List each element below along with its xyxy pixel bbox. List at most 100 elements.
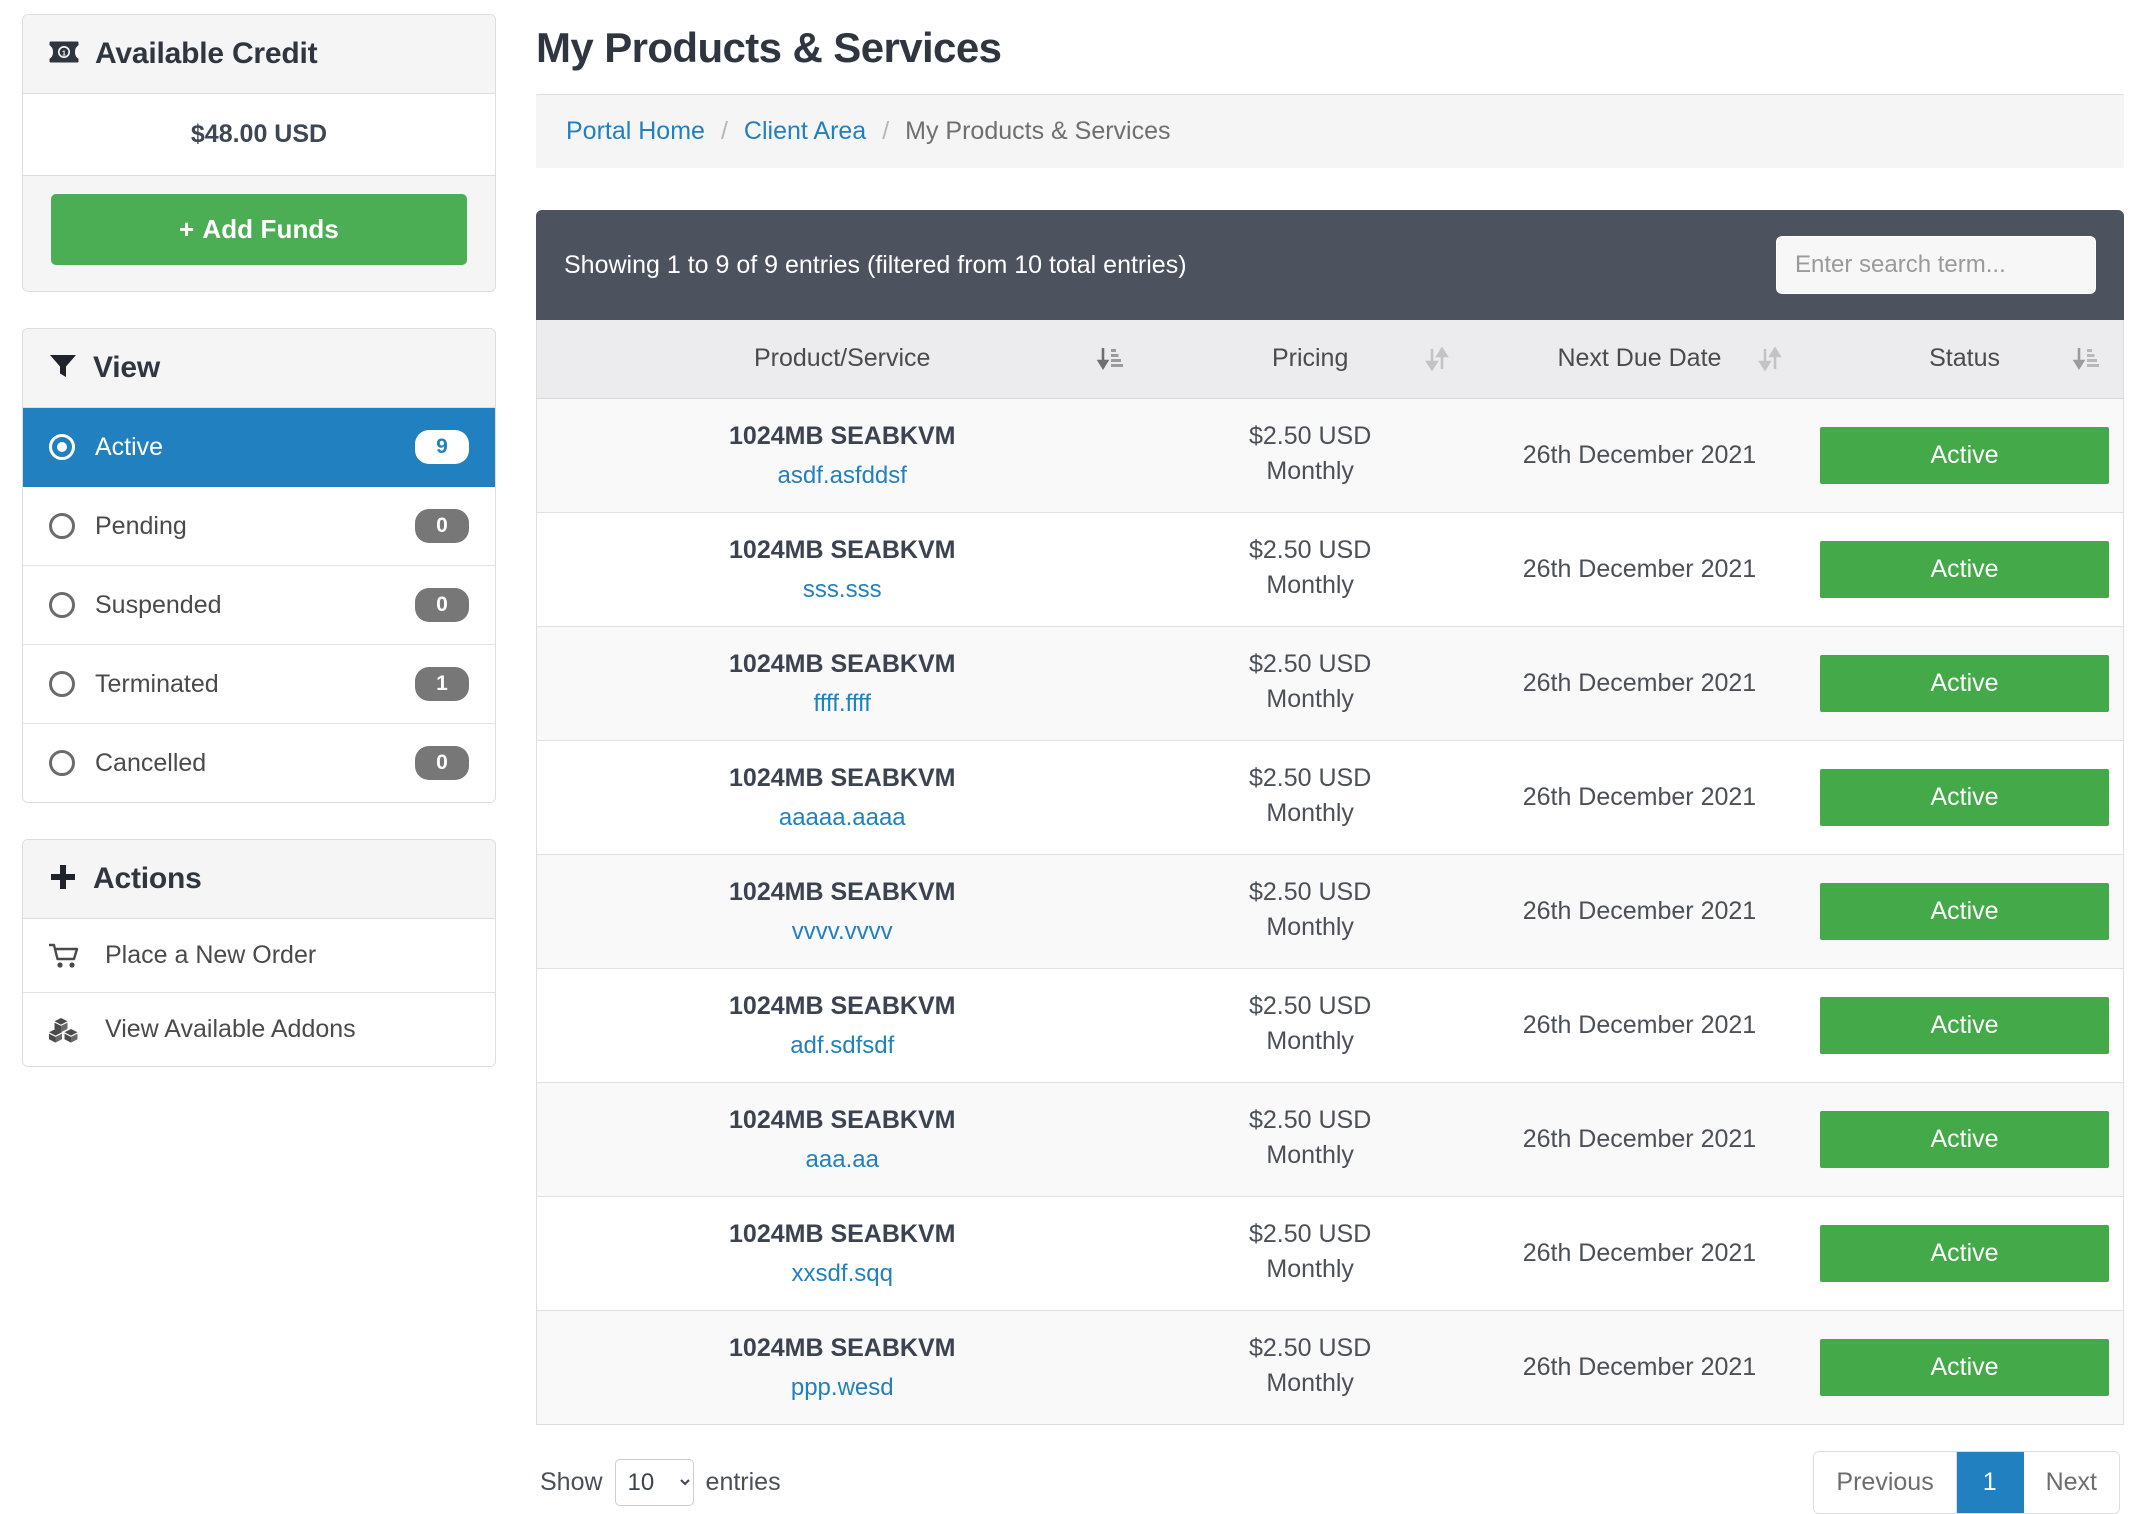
cell-status: Active bbox=[1806, 397, 2124, 512]
entries-per-page-select[interactable]: 10 25 50 100 bbox=[614, 1458, 694, 1506]
product-domain-link[interactable]: vvvv.vvvv bbox=[792, 918, 893, 945]
product-domain-link[interactable]: aaaaa.aaaa bbox=[779, 804, 906, 831]
page-title: My Products & Services bbox=[536, 24, 1002, 71]
sidebar-item-cancelled[interactable]: Cancelled 0 bbox=[23, 724, 495, 802]
status-badge[interactable]: Active bbox=[1820, 654, 2109, 712]
table-row[interactable]: 1024MB SEABKVM aaaaa.aaaa $2.50 USD Mont… bbox=[536, 739, 2124, 854]
view-item-label: Cancelled bbox=[95, 748, 207, 777]
view-title: View bbox=[93, 351, 161, 384]
column-header-product-service[interactable]: Product/Service bbox=[536, 320, 1148, 399]
view-filter-list: Active 9 Pending 0 Suspended 0 Terminate… bbox=[23, 408, 495, 802]
status-badge[interactable]: Active bbox=[1820, 540, 2109, 598]
radio-unselected-icon bbox=[49, 671, 75, 697]
sidebar-item-suspended[interactable]: Suspended 0 bbox=[23, 566, 495, 645]
cell-next-due-date: 26th December 2021 bbox=[1472, 1309, 1807, 1424]
add-funds-button[interactable]: + Add Funds bbox=[51, 194, 467, 265]
price-amount: $2.50 USD bbox=[1249, 878, 1372, 907]
column-header-next-due-date[interactable]: Next Due Date bbox=[1472, 320, 1807, 399]
column-label: Status bbox=[1929, 344, 2000, 373]
price-amount: $2.50 USD bbox=[1249, 650, 1372, 679]
action-place-new-order[interactable]: Place a New Order bbox=[23, 919, 495, 993]
cell-pricing: $2.50 USD Monthly bbox=[1147, 397, 1473, 512]
product-domain-link[interactable]: ppp.wesd bbox=[791, 1374, 894, 1401]
cell-status: Active bbox=[1806, 1195, 2124, 1310]
cell-product: 1024MB SEABKVM xxsdf.sqq bbox=[536, 1195, 1148, 1310]
action-view-available-addons[interactable]: View Available Addons bbox=[23, 993, 495, 1066]
price-amount: $2.50 USD bbox=[1249, 422, 1372, 451]
pagination-next[interactable]: Next bbox=[2023, 1451, 2119, 1513]
status-badge[interactable]: Active bbox=[1820, 1224, 2109, 1282]
plus-icon bbox=[49, 863, 77, 896]
column-header-status[interactable]: Status bbox=[1806, 320, 2124, 399]
table-row[interactable]: 1024MB SEABKVM adf.sdfsdf $2.50 USD Mont… bbox=[536, 967, 2124, 1082]
radio-unselected-icon bbox=[49, 513, 75, 539]
sidebar-item-terminated[interactable]: Terminated 1 bbox=[23, 645, 495, 724]
product-domain-link[interactable]: aaa.aa bbox=[806, 1146, 879, 1173]
breadcrumb-portal-home[interactable]: Portal Home bbox=[566, 117, 705, 146]
column-label: Pricing bbox=[1271, 344, 1349, 373]
sidebar-item-pending[interactable]: Pending 0 bbox=[23, 487, 495, 566]
product-domain-link[interactable]: ffff.ffff bbox=[814, 690, 871, 717]
product-name: 1024MB SEABKVM bbox=[729, 763, 956, 792]
cell-status: Active bbox=[1806, 1081, 2124, 1196]
column-label: Next Due Date bbox=[1557, 344, 1722, 373]
product-domain-link[interactable]: adf.sdfsdf bbox=[790, 1032, 894, 1059]
table-row[interactable]: 1024MB SEABKVM sss.sss $2.50 USD Monthly… bbox=[536, 511, 2124, 626]
available-credit-title: Available Credit bbox=[95, 37, 318, 70]
cell-next-due-date: 26th December 2021 bbox=[1472, 511, 1807, 626]
products-table-wrapper: Showing 1 to 9 of 9 entries (filtered fr… bbox=[536, 210, 2124, 1514]
table-row[interactable]: 1024MB SEABKVM ppp.wesd $2.50 USD Monthl… bbox=[536, 1309, 2124, 1424]
product-name: 1024MB SEABKVM bbox=[729, 421, 956, 450]
price-cycle: Monthly bbox=[1266, 1026, 1354, 1055]
status-badge[interactable]: Active bbox=[1820, 996, 2109, 1054]
sort-amount-desc-icon bbox=[2073, 346, 2099, 372]
pagination-page-1[interactable]: 1 bbox=[1956, 1451, 2024, 1513]
show-label: Show bbox=[540, 1467, 603, 1496]
table-row[interactable]: 1024MB SEABKVM aaa.aa $2.50 USD Monthly … bbox=[536, 1081, 2124, 1196]
status-badge[interactable]: Active bbox=[1820, 882, 2109, 940]
money-bill-icon: 1 bbox=[49, 41, 79, 68]
cell-next-due-date: 26th December 2021 bbox=[1472, 1081, 1807, 1196]
cell-status: Active bbox=[1806, 511, 2124, 626]
breadcrumb-client-area[interactable]: Client Area bbox=[744, 117, 866, 146]
product-domain-link[interactable]: xxsdf.sqq bbox=[792, 1260, 893, 1287]
status-badge[interactable]: Active bbox=[1820, 426, 2109, 484]
table-length-control: Show 10 25 50 100 entries bbox=[540, 1458, 781, 1506]
price-cycle: Monthly bbox=[1266, 1140, 1354, 1169]
add-funds-label: Add Funds bbox=[202, 214, 339, 244]
sort-amount-desc-icon bbox=[1097, 346, 1124, 372]
client-area-page: 1 Available Credit $48.00 USD + Add Funds bbox=[0, 0, 2138, 1514]
cell-pricing: $2.50 USD Monthly bbox=[1147, 1309, 1473, 1424]
breadcrumb-current: My Products & Services bbox=[905, 117, 1171, 145]
product-domain-link[interactable]: asdf.asfddsf bbox=[778, 462, 907, 489]
table-info: Showing 1 to 9 of 9 entries (filtered fr… bbox=[564, 250, 1187, 279]
table-row[interactable]: 1024MB SEABKVM ffff.ffff $2.50 USD Month… bbox=[536, 625, 2124, 740]
table-row[interactable]: 1024MB SEABKVM vvvv.vvvv $2.50 USD Month… bbox=[536, 853, 2124, 968]
sort-icon bbox=[1425, 346, 1449, 372]
column-header-pricing[interactable]: Pricing bbox=[1147, 320, 1473, 399]
view-item-count: 0 bbox=[415, 746, 469, 780]
status-badge[interactable]: Active bbox=[1820, 1110, 2109, 1168]
product-name: 1024MB SEABKVM bbox=[729, 649, 956, 678]
cell-next-due-date: 26th December 2021 bbox=[1472, 739, 1807, 854]
status-badge[interactable]: Active bbox=[1820, 768, 2109, 826]
price-cycle: Monthly bbox=[1266, 570, 1354, 599]
cubes-icon bbox=[49, 1017, 89, 1043]
sidebar-item-active[interactable]: Active 9 bbox=[23, 408, 495, 487]
search-input[interactable] bbox=[1776, 236, 2096, 294]
available-credit-panel: 1 Available Credit $48.00 USD + Add Funds bbox=[22, 14, 496, 292]
view-item-count: 0 bbox=[415, 509, 469, 543]
pagination-previous[interactable]: Previous bbox=[1814, 1451, 1957, 1513]
pagination: Previous 1 Next bbox=[1813, 1450, 2120, 1514]
cell-product: 1024MB SEABKVM aaaaa.aaaa bbox=[536, 739, 1148, 854]
filter-icon bbox=[49, 353, 77, 384]
table-row[interactable]: 1024MB SEABKVM xxsdf.sqq $2.50 USD Month… bbox=[536, 1195, 2124, 1310]
available-credit-amount: $48.00 USD bbox=[23, 94, 495, 175]
cell-pricing: $2.50 USD Monthly bbox=[1147, 853, 1473, 968]
cell-product: 1024MB SEABKVM sss.sss bbox=[536, 511, 1148, 626]
breadcrumb-separator: / bbox=[882, 117, 890, 145]
status-badge[interactable]: Active bbox=[1820, 1338, 2109, 1396]
product-domain-link[interactable]: sss.sss bbox=[803, 576, 882, 603]
table-row[interactable]: 1024MB SEABKVM asdf.asfddsf $2.50 USD Mo… bbox=[536, 397, 2124, 512]
cell-status: Active bbox=[1806, 739, 2124, 854]
